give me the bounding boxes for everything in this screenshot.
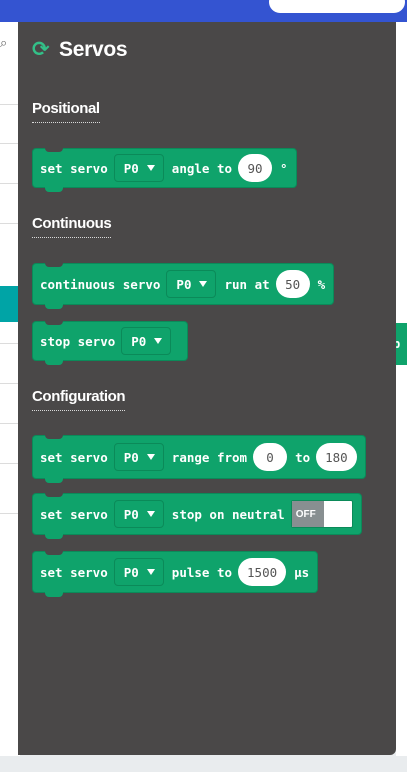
caret-down-icon	[154, 338, 163, 344]
servo-toolbox-flyout: ⟳ Servos Positional set servo P0 angle t…	[18, 22, 396, 755]
caret-down-icon	[146, 454, 155, 460]
refresh-icon: ⟳	[32, 38, 50, 61]
pin-value: P0	[123, 160, 139, 176]
pin-value: P0	[131, 333, 147, 349]
pin-value: P0	[123, 506, 139, 522]
pin-value: P0	[123, 449, 139, 465]
pulse-input[interactable]: 1500	[238, 558, 287, 586]
pin-dropdown[interactable]: P0	[121, 327, 172, 355]
block-unit: °	[280, 160, 288, 176]
neutral-toggle[interactable]: OFF	[290, 500, 353, 528]
speed-input[interactable]: 50	[275, 270, 310, 298]
stop-servo-block[interactable]: stop servo P0	[32, 321, 189, 365]
range-from-input[interactable]: 0	[253, 443, 288, 471]
caret-down-icon	[146, 569, 155, 575]
set-servo-range-block[interactable]: set servo P0 range from 0 to 180	[32, 435, 366, 483]
flyout-header: ⟳ Servos	[32, 38, 128, 62]
block-unit: %	[317, 276, 326, 292]
block-text: stop on neutral	[171, 506, 285, 522]
workspace-area[interactable]	[396, 22, 407, 756]
range-to-input[interactable]: 180	[316, 443, 357, 471]
divider	[0, 383, 20, 384]
category-list: ⌕	[0, 22, 20, 756]
flyout-title: Servos	[59, 38, 128, 61]
divider	[0, 104, 20, 105]
top-navigation-bar	[0, 0, 407, 22]
top-search-pill[interactable]	[266, 0, 407, 16]
block-text: run at	[224, 276, 270, 292]
block-text: set servo	[40, 449, 108, 465]
pin-value: P0	[176, 276, 192, 292]
block-text: set servo	[40, 564, 108, 580]
caret-down-icon	[199, 281, 208, 287]
block-text: set servo	[40, 506, 108, 522]
angle-input[interactable]: 90	[238, 154, 273, 182]
divider	[0, 343, 20, 344]
section-label-configuration: Configuration	[32, 388, 126, 411]
pin-dropdown[interactable]: P0	[113, 154, 164, 182]
pin-dropdown[interactable]: P0	[113, 500, 164, 528]
pin-value: P0	[123, 564, 139, 580]
category-item-selected[interactable]	[0, 286, 20, 322]
pin-dropdown[interactable]: P0	[113, 443, 164, 471]
bottom-bar	[0, 756, 407, 772]
search-icon[interactable]: ⌕	[0, 36, 8, 50]
block-text: to	[295, 449, 311, 465]
divider	[0, 513, 20, 514]
divider	[0, 183, 20, 184]
block-text: range from	[171, 449, 248, 465]
pin-dropdown[interactable]: P0	[113, 558, 164, 586]
block-text: stop servo	[40, 333, 116, 349]
toggle-state: OFF	[291, 501, 324, 527]
pin-dropdown[interactable]: P0	[166, 270, 217, 298]
block-unit: μs	[294, 564, 310, 580]
divider	[0, 423, 20, 424]
block-text: continuous servo	[40, 276, 161, 292]
section-label-positional: Positional	[32, 100, 100, 123]
block-text: pulse to	[171, 564, 233, 580]
block-text: set servo	[40, 160, 108, 176]
divider	[0, 143, 20, 144]
set-servo-pulse-block[interactable]: set servo P0 pulse to 1500 μs	[32, 551, 319, 597]
continuous-servo-run-block[interactable]: continuous servo P0 run at 50 %	[32, 263, 335, 309]
section-label-continuous: Continuous	[32, 215, 112, 238]
caret-down-icon	[146, 165, 155, 171]
block-text: angle to	[171, 160, 233, 176]
caret-down-icon	[146, 511, 155, 517]
set-servo-angle-block[interactable]: set servo P0 angle to 90 °	[32, 148, 297, 192]
divider	[0, 463, 20, 464]
divider	[0, 223, 20, 224]
set-servo-stop-on-neutral-block[interactable]: set servo P0 stop on neutral OFF	[32, 493, 362, 539]
